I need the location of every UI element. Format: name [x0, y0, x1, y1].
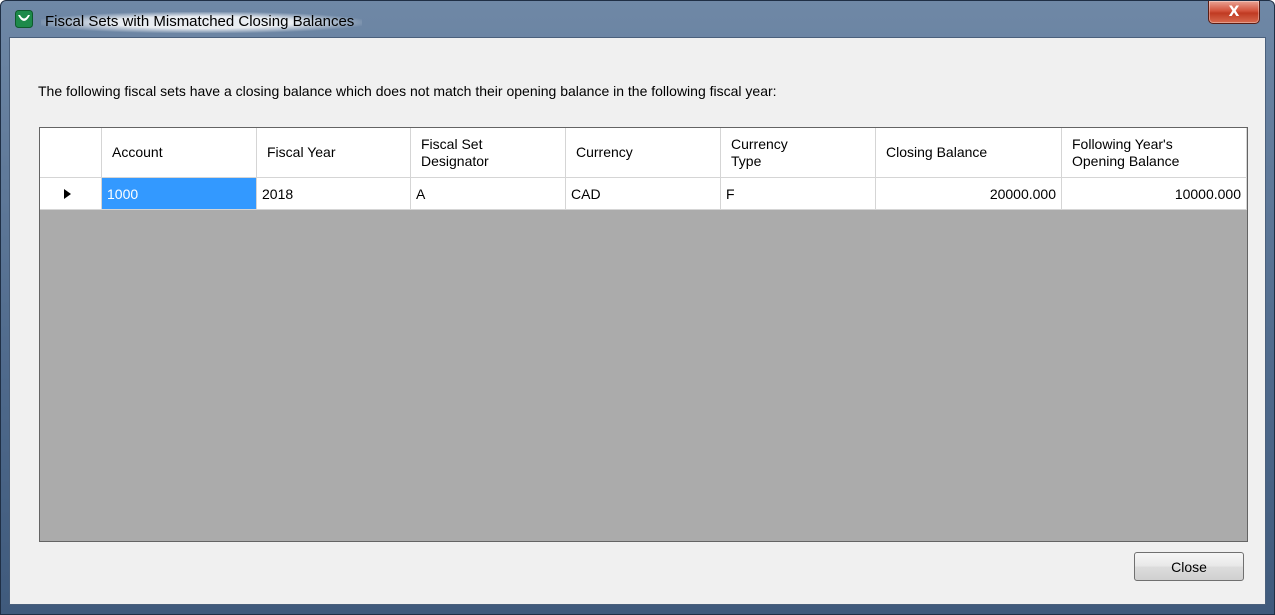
table-row[interactable]: 1000 2018 A CAD F 20000.000 10000.000 [40, 178, 1247, 210]
column-header-fiscal-set-designator[interactable]: Fiscal Set Designator [411, 128, 566, 178]
grid-header: Account Fiscal Year Fiscal Set Designato… [40, 128, 1247, 178]
column-header-currency[interactable]: Currency [566, 128, 721, 178]
close-button[interactable]: Close [1134, 552, 1244, 581]
cell-closing-balance[interactable]: 20000.000 [876, 178, 1062, 210]
dialog-window: Fiscal Sets with Mismatched Closing Bala… [0, 0, 1275, 615]
column-header-opening-balance[interactable]: Following Year's Opening Balance [1062, 128, 1247, 178]
cell-currency[interactable]: CAD [566, 178, 721, 210]
cell-account[interactable]: 1000 [102, 178, 257, 210]
row-header[interactable] [40, 178, 102, 210]
app-icon [15, 10, 33, 28]
column-header-account[interactable]: Account [102, 128, 257, 178]
cell-designator[interactable]: A [411, 178, 566, 210]
window-title: Fiscal Sets with Mismatched Closing Bala… [41, 12, 363, 33]
title-bar[interactable]: Fiscal Sets with Mismatched Closing Bala… [1, 1, 1274, 37]
cell-currency-type[interactable]: F [721, 178, 876, 210]
cell-opening-balance[interactable]: 10000.000 [1062, 178, 1247, 210]
column-header-closing-balance[interactable]: Closing Balance [876, 128, 1062, 178]
close-icon: X [1228, 4, 1240, 20]
fiscal-sets-grid[interactable]: Account Fiscal Year Fiscal Set Designato… [39, 127, 1248, 542]
column-header-currency-type[interactable]: Currency Type [721, 128, 876, 178]
info-message: The following fiscal sets have a closing… [38, 83, 777, 99]
cell-fiscal-year[interactable]: 2018 [257, 178, 411, 210]
dialog-content: The following fiscal sets have a closing… [9, 37, 1266, 605]
row-header-corner [40, 128, 102, 178]
triangle-right-icon [64, 188, 71, 199]
window-close-button[interactable]: X [1208, 1, 1260, 24]
column-header-fiscal-year[interactable]: Fiscal Year [257, 128, 411, 178]
